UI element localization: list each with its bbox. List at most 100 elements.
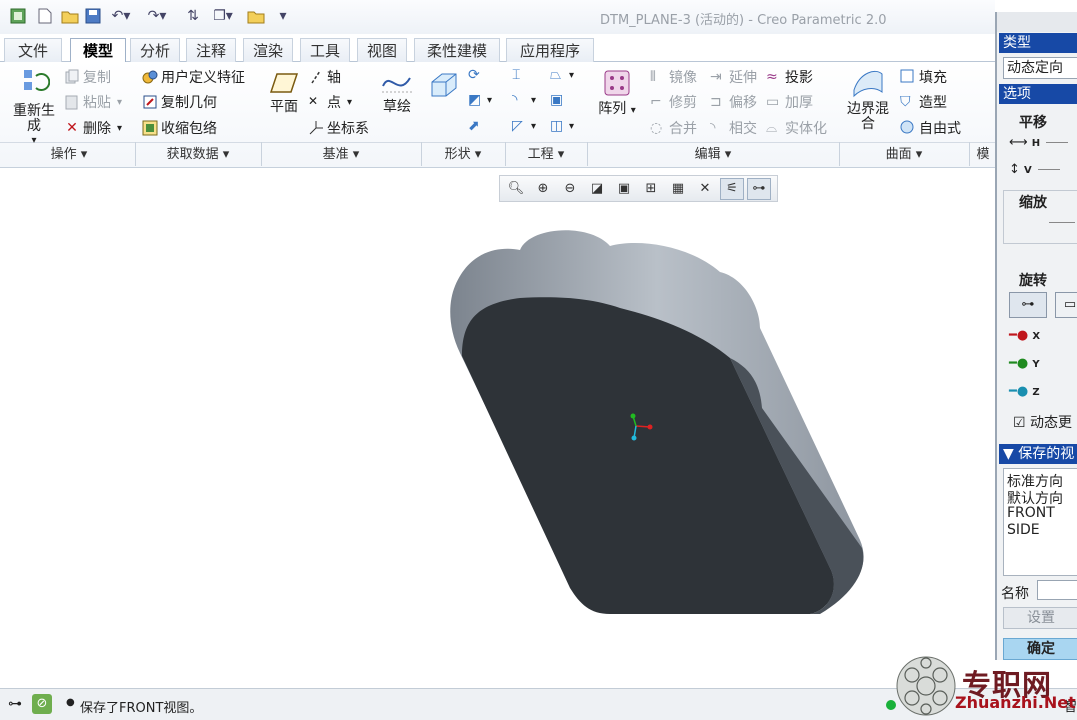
open-folder-icon[interactable] xyxy=(60,7,80,25)
ribbon-panel: 重新生成 ▾ 复制 粘贴 ▾ ✕ 删除 ▾ 操作 ▾ 用户定义特征 复制几何 收… xyxy=(0,62,995,168)
datum-csys-button[interactable]: 坐标系 xyxy=(308,118,369,138)
extend-button[interactable]: ⇥ 延伸 xyxy=(710,67,757,87)
type-select[interactable]: 动态定向 xyxy=(1003,57,1077,79)
group-surfaces[interactable]: 曲面 ▾ xyxy=(840,145,968,165)
tab-view[interactable]: 视图 xyxy=(357,38,407,62)
draft-button[interactable]: ⏢ ▾ xyxy=(550,67,574,83)
trim-button[interactable]: ⌐ 修剪 xyxy=(650,92,697,112)
save-icon[interactable] xyxy=(84,7,102,25)
round-dropdown-icon: ▾ xyxy=(531,94,537,106)
round-button[interactable]: ◝ ▾ xyxy=(512,92,536,108)
sweep-button[interactable]: ◩ ▾ xyxy=(468,92,492,108)
rib-button[interactable]: ◫ ▾ xyxy=(550,118,574,134)
extrude-button[interactable] xyxy=(426,70,462,104)
watermark-url: Zhuanzhi.Net xyxy=(955,693,1076,712)
shrinkwrap-button[interactable]: 收缩包络 xyxy=(142,118,217,138)
udf-button[interactable]: 用户定义特征 xyxy=(142,67,245,87)
sketch-label: 草绘 xyxy=(383,99,411,115)
tab-analysis[interactable]: 分析 xyxy=(130,38,180,62)
new-file-icon[interactable] xyxy=(36,7,54,25)
browser-toggle-icon[interactable]: ⊘ xyxy=(32,694,52,714)
tab-model[interactable]: 模型 xyxy=(70,38,126,63)
tab-tools[interactable]: 工具 xyxy=(300,38,350,62)
shrinkwrap-icon xyxy=(142,120,158,136)
copy-geometry-button[interactable]: 复制几何 xyxy=(142,92,217,112)
paste-button[interactable]: 粘贴 ▾ xyxy=(64,92,122,112)
pan-v-control[interactable]: ↕ V xyxy=(1009,162,1060,177)
solidify-button[interactable]: ⌓ 实体化 xyxy=(766,118,827,138)
close-window-icon[interactable] xyxy=(246,7,266,25)
axis-x-control[interactable]: ━● X xyxy=(1009,328,1040,343)
redo-icon[interactable]: ↷▾ xyxy=(144,7,170,25)
view-name-input[interactable] xyxy=(1037,580,1077,600)
group-editing[interactable]: 编辑 ▾ xyxy=(588,145,838,165)
shell-button[interactable]: ▣ xyxy=(550,92,569,108)
model-tree-toggle-icon[interactable]: ⊶ xyxy=(8,696,22,712)
datum-plane-button[interactable]: 平面 xyxy=(266,70,302,115)
thicken-button[interactable]: ▭ 加厚 xyxy=(766,92,813,112)
model-viewport[interactable] xyxy=(0,168,995,688)
chamfer-button[interactable]: ◸ ▾ xyxy=(512,118,536,134)
boundary-blend-button[interactable]: 边界混合 xyxy=(842,66,894,132)
tab-applications[interactable]: 应用程序 xyxy=(506,38,594,62)
regenerate-quick-icon[interactable]: ⇅ xyxy=(184,7,202,25)
axis-z-control[interactable]: ━● Z xyxy=(1009,384,1040,399)
spin-screen-button[interactable]: ▭ xyxy=(1055,292,1077,318)
tab-file[interactable]: 文件 xyxy=(4,38,62,62)
panel-title-bar xyxy=(997,12,1077,32)
extend-label: 延伸 xyxy=(729,70,757,86)
project-button[interactable]: ≈ 投影 xyxy=(766,67,813,87)
intersect-button[interactable]: ◝ 相交 xyxy=(710,118,757,138)
zoom-slider[interactable] xyxy=(1049,222,1075,223)
datum-point-button[interactable]: ✕ 点 ▾ xyxy=(308,92,352,112)
revolve-button[interactable]: ⟳ xyxy=(468,67,487,83)
tab-render[interactable]: 渲染 xyxy=(243,38,293,62)
style-icon: ⛉ xyxy=(900,94,911,110)
merge-button[interactable]: ◌ 合并 xyxy=(650,118,697,138)
group-model-intent[interactable]: 模 xyxy=(972,145,994,165)
windows-icon[interactable]: ❐▾ xyxy=(208,7,238,25)
offset-button[interactable]: ⊐ 偏移 xyxy=(710,92,757,112)
options-header[interactable]: 选项 xyxy=(999,84,1077,104)
saved-view-item[interactable]: SIDE xyxy=(1007,522,1040,538)
style-button[interactable]: ⛉ 造型 xyxy=(900,92,947,112)
customize-toolbar-icon[interactable]: ▾ xyxy=(276,7,290,25)
copy-button[interactable]: 复制 xyxy=(64,67,111,87)
tab-annotate[interactable]: 注释 xyxy=(186,38,236,62)
extend-icon: ⇥ xyxy=(710,69,722,85)
type-header: 类型 xyxy=(999,33,1077,53)
set-button[interactable]: 设置 xyxy=(1003,607,1077,629)
group-get-data[interactable]: 获取数据 ▾ xyxy=(136,145,260,165)
spin-label: 旋转 xyxy=(1019,273,1047,289)
pattern-button[interactable]: 阵列 ▾ xyxy=(594,68,640,118)
delete-button[interactable]: ✕ 删除 ▾ xyxy=(64,118,122,138)
zoom-label: 缩放 xyxy=(1019,195,1047,211)
regenerate-button[interactable]: 重新生成 ▾ xyxy=(8,66,60,148)
group-operations[interactable]: 操作 ▾ xyxy=(4,145,134,165)
swept-blend-button[interactable]: ⬈ xyxy=(468,118,487,134)
udf-label: 用户定义特征 xyxy=(161,70,245,86)
saved-view-item[interactable]: FRONT xyxy=(1007,505,1055,521)
group-separator xyxy=(969,142,970,166)
tab-flexible-modeling[interactable]: 柔性建模 xyxy=(414,38,500,62)
intersect-label: 相交 xyxy=(729,121,757,137)
group-engineering[interactable]: 工程 ▾ xyxy=(506,145,586,165)
paste-dropdown-icon: ▾ xyxy=(117,96,123,108)
fill-button[interactable]: 填充 xyxy=(900,67,947,87)
freestyle-button[interactable]: 自由式 xyxy=(900,118,961,138)
group-shapes[interactable]: 形状 ▾ xyxy=(422,145,504,165)
ok-button[interactable]: 确定 xyxy=(1003,638,1077,660)
group-datum[interactable]: 基准 ▾ xyxy=(262,145,420,165)
ribbon-divider xyxy=(0,142,995,143)
model-part[interactable] xyxy=(450,230,864,614)
axis-y-control[interactable]: ━● Y xyxy=(1009,356,1040,371)
spin-center-button[interactable]: ⊶ xyxy=(1009,292,1047,318)
pan-h-control[interactable]: ⟷ H xyxy=(1009,135,1069,150)
hole-button[interactable]: ⌶ xyxy=(512,67,531,83)
saved-views-header[interactable]: ▼ 保存的视 xyxy=(999,444,1077,464)
dynamic-update-checkbox[interactable]: ☑ 动态更 xyxy=(1013,412,1072,432)
mirror-button[interactable]: ⫴ 镜像 xyxy=(650,67,697,87)
undo-icon[interactable]: ↶▾ xyxy=(108,7,134,25)
sketch-button[interactable]: 草绘 xyxy=(376,68,418,115)
datum-axis-button[interactable]: 轴 xyxy=(308,67,341,87)
